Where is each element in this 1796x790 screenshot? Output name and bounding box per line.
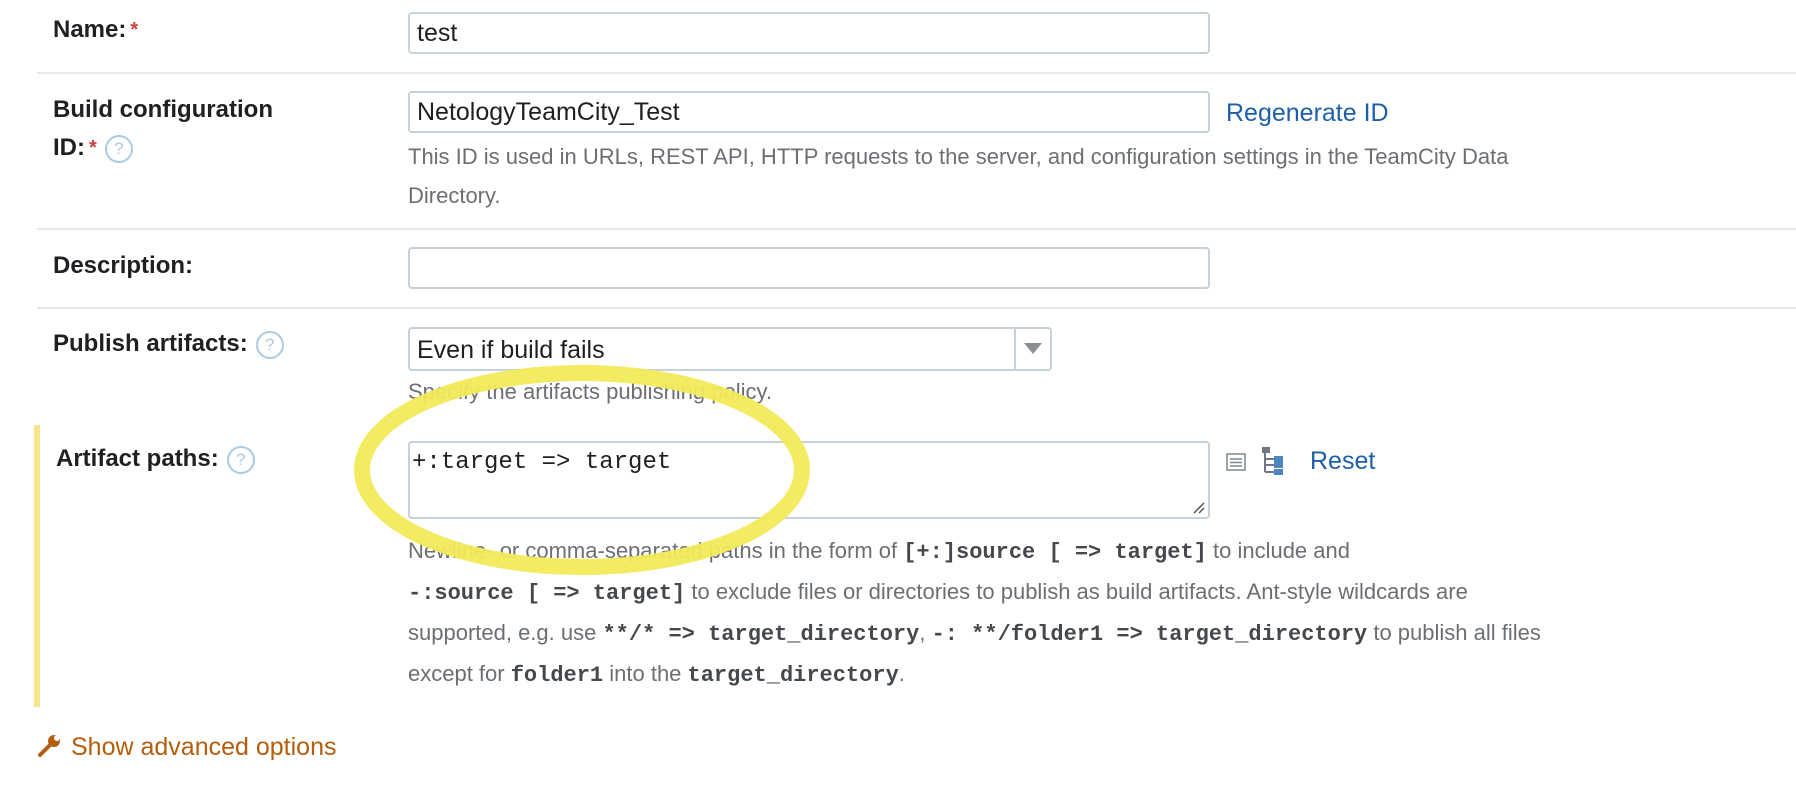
build-id-label: Build configuration ID: *? — [53, 96, 273, 163]
name-label: Name: * — [53, 16, 139, 43]
publish-artifacts-select[interactable]: Even if build fails — [408, 327, 1052, 371]
artifact-paths-label: Artifact paths:? — [56, 440, 255, 478]
artifact-paths-note: Newline- or comma-separated paths in the… — [408, 538, 1541, 688]
modified-indicator — [34, 425, 40, 707]
wrench-icon — [38, 735, 60, 757]
required-marker: * — [89, 137, 97, 159]
artifact-paths-textarea[interactable]: +:target => target — [408, 441, 1210, 519]
description-label: Description: — [53, 252, 194, 279]
name-input[interactable]: test — [408, 12, 1210, 54]
dropdown-button[interactable] — [1014, 329, 1050, 369]
resize-grip-icon[interactable] — [1191, 500, 1205, 514]
reset-link[interactable]: Reset — [1310, 447, 1375, 476]
regenerate-id-link[interactable]: Regenerate ID — [1226, 99, 1389, 128]
divider — [37, 228, 1796, 230]
required-marker: * — [130, 19, 139, 41]
show-advanced-options-link[interactable]: Show advanced options — [37, 733, 336, 762]
help-icon[interactable]: ? — [104, 134, 133, 163]
build-id-note: This ID is used in URLs, REST API, HTTP … — [408, 144, 1509, 208]
build-id-input[interactable]: NetologyTeamCity_Test — [408, 91, 1210, 133]
help-icon[interactable]: ? — [226, 445, 255, 474]
divider — [37, 307, 1796, 309]
advanced-label: Show advanced options — [71, 733, 337, 761]
description-input[interactable] — [408, 247, 1210, 289]
dropdown-arrow-icon — [1024, 343, 1042, 354]
select-value: Even if build fails — [417, 336, 605, 364]
publish-artifacts-label: Publish artifacts:? — [53, 325, 284, 363]
divider — [37, 72, 1796, 74]
tree-icon[interactable] — [1260, 446, 1288, 476]
artifact-paths-value: +:target => target — [412, 449, 672, 476]
list-icon[interactable] — [1226, 452, 1246, 472]
help-icon[interactable]: ? — [255, 330, 284, 359]
publish-note: Specify the artifacts publishing policy. — [408, 379, 772, 404]
